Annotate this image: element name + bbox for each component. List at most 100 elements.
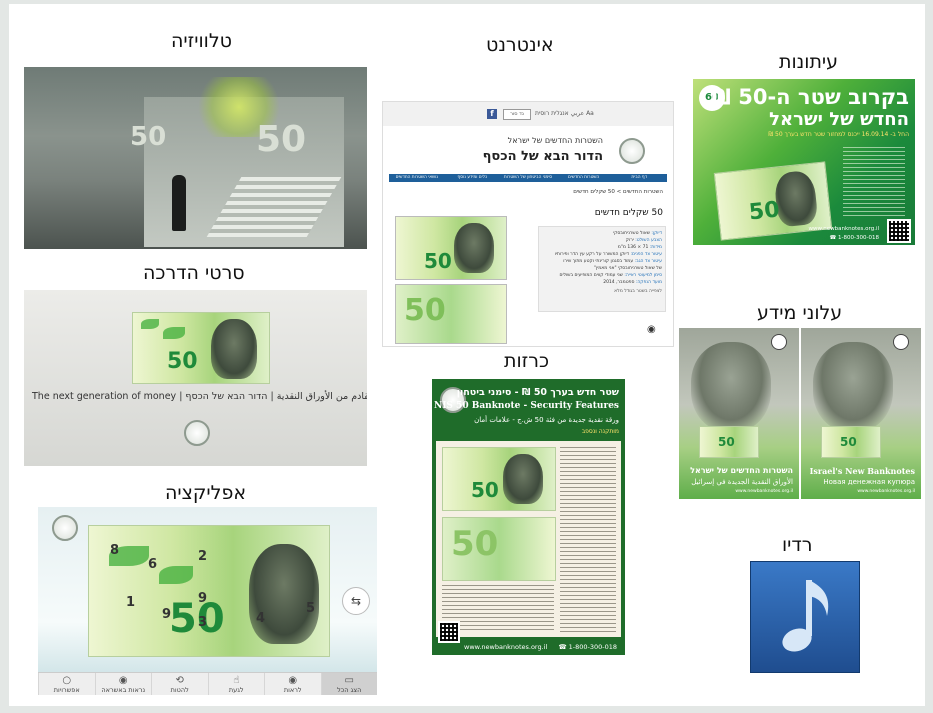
poster-portrait bbox=[503, 454, 543, 504]
poster-title-arabic: ورقة نقدية جديدة من فئة 50 ش.ج - علامات … bbox=[474, 416, 619, 424]
internet-title: אינטרנט bbox=[486, 34, 554, 56]
tab-label: לראות bbox=[283, 685, 302, 694]
tab-label: אפשרויות bbox=[53, 685, 80, 694]
web-language-links[interactable]: عربي אנגלית רוסית Aa bbox=[535, 110, 594, 117]
app-leaf bbox=[159, 566, 193, 584]
guide-leaf bbox=[141, 319, 159, 329]
flyer-title-hebrew: השטרות החדשים של ישראל bbox=[690, 466, 793, 475]
web-breadcrumb[interactable]: השטרות החדשים > 50 שקלים חדשים bbox=[573, 189, 663, 195]
tab-touch[interactable]: ☝ לגעת bbox=[207, 673, 265, 695]
info-value: שני עמודי קווים המופיעים בשולים bbox=[559, 273, 623, 278]
flyer-note-value: 50 bbox=[840, 435, 857, 449]
info-line: עיטור צד הגב: עמוד בסגנון קורינתי וקטע מ… bbox=[542, 258, 662, 265]
tab-uv[interactable]: ◉ נראות באשראה bbox=[94, 673, 152, 695]
application-screen: 50 8 6 2 1 9 9 4 3 5 ⇆ ▭ הצג הכל ◉ לראות ☝… bbox=[38, 507, 377, 695]
tv-number-50-large: 50 bbox=[256, 119, 307, 160]
hotspot-6[interactable]: 6 bbox=[148, 557, 157, 572]
hotspot-9b[interactable]: 9 bbox=[198, 591, 207, 606]
info-value: דיוקן המשורר על רקע עץ הדר ופירותיו bbox=[554, 252, 629, 257]
website-screenshot: f נד סור عربي אנגלית רוסית Aa השטרות החד… bbox=[382, 101, 674, 347]
tab-see[interactable]: ◉ לראות bbox=[264, 673, 321, 695]
app-tab-bar: ▭ הצג הכל ◉ לראות ☝ לגעת ⟲ להטות ◉ נראות באשר… bbox=[38, 672, 377, 695]
info-value: של שאול טשרניחובסקי "אני מאמין" bbox=[593, 266, 662, 271]
flyer-portrait bbox=[691, 342, 771, 432]
tab-tilt[interactable]: ⟲ להטות bbox=[151, 673, 208, 695]
flyer-portrait bbox=[813, 342, 893, 432]
app-tilt-side-button[interactable]: ⇆ bbox=[342, 587, 370, 615]
hotspot-5[interactable]: 5 bbox=[306, 601, 315, 616]
eye-icon: ◉ bbox=[647, 324, 656, 335]
guide-leaf bbox=[163, 327, 185, 339]
hotspot-4[interactable]: 4 bbox=[256, 611, 265, 626]
tab-show-all[interactable]: ▭ הצג הכל bbox=[320, 673, 377, 695]
app-portrait bbox=[249, 544, 319, 644]
info-line: מידות: 71 × 136 מ"מ bbox=[542, 244, 662, 251]
news-phone: ☎ 1-800-300-018 bbox=[829, 235, 879, 241]
info-value: ירוק bbox=[625, 238, 634, 243]
flyer-hebrew-arabic: 50 השטרות החדשים של ישראל الأوراق النقدي… bbox=[679, 328, 799, 499]
flyer-seal-icon bbox=[893, 334, 909, 350]
info-key: הצבע השולט: bbox=[635, 238, 662, 243]
info-line: הצבע השולט: ירוק bbox=[542, 237, 662, 244]
newspapers-title: עיתונות bbox=[779, 51, 839, 73]
flyer-title-arabic: الأوراق النقدية الجديدة في إسرائيل bbox=[691, 478, 793, 486]
hotspot-9a[interactable]: 9 bbox=[162, 607, 171, 622]
info-key: סימן למיעוטי ראייה: bbox=[624, 273, 662, 278]
guide-films-title: סרטי הדרכה bbox=[143, 262, 245, 284]
info-line: דיוקן: שאול טשרניחובסקי bbox=[542, 230, 662, 237]
hotspot-2[interactable]: 2 bbox=[198, 549, 207, 564]
app-banknote: 50 bbox=[88, 525, 330, 657]
web-banknote-front[interactable]: 50 bbox=[395, 216, 507, 280]
qr-code-icon bbox=[438, 621, 460, 643]
bulb-icon: ○ bbox=[62, 674, 72, 686]
radio-title: רדיו bbox=[782, 534, 813, 556]
poster-note-value: 50 bbox=[471, 478, 499, 502]
news-headline-line2: החדש של ישראל bbox=[769, 109, 909, 130]
web-topbar: f נד סור عربي אנגלית רוסית Aa bbox=[383, 102, 673, 126]
flyer-banknote: 50 bbox=[699, 426, 759, 458]
web-nav-item[interactable]: כלים ומידע נוסף bbox=[445, 174, 501, 182]
web-site-title: הדור הבא של הכסף bbox=[482, 149, 603, 164]
flyer-seal-icon bbox=[771, 334, 787, 350]
info-key: דיוקן: bbox=[651, 231, 662, 236]
hotspot-3[interactable]: 3 bbox=[198, 615, 207, 630]
info-footer-link[interactable]: לצפייה בשטר בגודל מלא bbox=[542, 288, 662, 295]
info-value: ספטמבר, 2014 bbox=[603, 280, 635, 285]
web-nav-item[interactable]: סימני הביטחון של השטרות bbox=[500, 174, 556, 182]
music-note-icon bbox=[782, 580, 829, 652]
flyer-note-value: 50 bbox=[718, 435, 735, 449]
web-site-subtitle: השטרות החדשים של ישראל bbox=[507, 136, 603, 145]
qr-code-icon bbox=[887, 219, 911, 243]
tilt-icon: ⟲ bbox=[175, 674, 184, 686]
hotspot-8[interactable]: 8 bbox=[110, 543, 119, 558]
news-website: www.newbanknotes.org.il bbox=[808, 226, 879, 232]
app-bank-seal-icon bbox=[52, 515, 78, 541]
web-nav-item[interactable]: נושאי השטרות החדשים bbox=[389, 174, 445, 182]
flyer-banknote: 50 bbox=[821, 426, 881, 458]
web-navbar: דף הבית השטרות החדשים סימני הביטחון של ה… bbox=[389, 174, 667, 182]
web-search-box[interactable]: נד סור bbox=[503, 109, 531, 120]
info-value: עמוד בסגנון קורינתי וקטע מתוך שירו bbox=[563, 259, 634, 264]
info-key: עיטור צד הגב: bbox=[634, 259, 662, 264]
flyer-title-russian: Новая денежная купюра bbox=[823, 478, 915, 486]
facebook-icon[interactable]: f bbox=[487, 109, 497, 119]
web-info-box: דיוקן: שאול טשרניחובסקי הצבע השולט: ירוק… bbox=[538, 226, 666, 312]
poster-title-hebrew: שטר חדש בערך 50 ₪ - סימני ביטחון bbox=[456, 387, 619, 398]
poster-footer: www.newbanknotes.org.il ☎ 1-800-300-018 bbox=[432, 621, 625, 655]
tab-options[interactable]: ○ אפשרויות bbox=[38, 673, 95, 695]
info-line: של שאול טשרניחובסקי "אני מאמין" bbox=[542, 265, 662, 272]
web-banknote-back[interactable]: 50 bbox=[395, 284, 507, 344]
info-key: מועד הנפקה: bbox=[635, 280, 662, 285]
web-nav-item[interactable]: דף הבית bbox=[611, 174, 667, 182]
info-line: עיטור צד הפנים: דיוקן המשורר על רקע עץ ה… bbox=[542, 251, 662, 258]
info-value: 71 × 136 מ"מ bbox=[617, 245, 649, 250]
web-nav-item[interactable]: השטרות החדשים bbox=[556, 174, 612, 182]
radio-tile bbox=[750, 561, 860, 673]
tv-commercial-still: 50 50 bbox=[24, 67, 367, 249]
tab-label: הצג הכל bbox=[337, 685, 362, 694]
hotspot-1[interactable]: 1 bbox=[126, 595, 135, 610]
page-icon: ▭ bbox=[344, 674, 354, 686]
flyer-title-english: Israel's New Banknotes bbox=[809, 466, 915, 476]
flyer-website: www.newbanknotes.org.il bbox=[735, 489, 793, 494]
tv-walking-person bbox=[172, 175, 186, 231]
